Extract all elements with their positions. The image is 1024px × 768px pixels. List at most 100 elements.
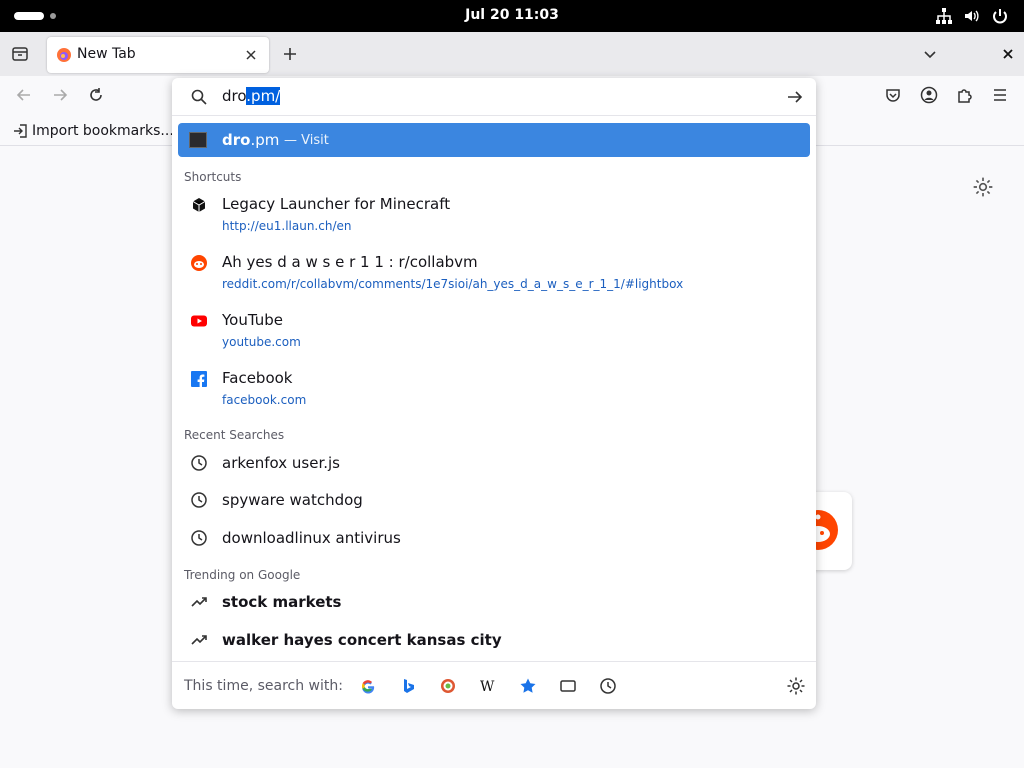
search-engine-google-button[interactable] [358,676,378,696]
import-bookmarks-label: Import bookmarks... [32,123,174,139]
bing-icon [404,679,414,693]
youtube-icon [191,315,207,327]
chevron-down-icon [924,51,936,59]
star-icon [520,678,536,693]
svg-text:W: W [480,679,495,694]
shortcut-url: facebook.com [222,393,307,407]
result-heuristic-visit[interactable]: dro.pm — Visit [178,123,810,157]
tab-title: New Tab [77,46,136,62]
result-title-rest: .pm [250,131,280,149]
app-menu-button[interactable] [985,80,1015,110]
facebook-icon [191,371,207,388]
search-engine-wikipedia-button[interactable]: W [478,676,498,696]
arrow-right-icon [54,89,68,101]
trending-up-icon [191,635,207,645]
tab-close-button[interactable] [239,43,263,67]
account-icon [920,86,938,104]
trending-text: stock markets [222,593,342,611]
section-heading-recent-searches: Recent Searches [184,428,285,442]
firefox-icon [57,48,71,62]
urlbar[interactable]: dro.pm/ [172,78,816,116]
hamburger-menu-icon [994,89,1006,101]
network-icon[interactable] [935,7,953,25]
search-tabs-button[interactable] [558,676,578,696]
site-thumbnail-icon [189,132,207,148]
window-close-button[interactable] [992,38,1024,70]
account-button[interactable] [914,80,944,110]
system-top-bar: Jul 20 11:03 [0,0,1024,32]
close-icon [1003,49,1013,59]
recent-search-item[interactable]: arkenfox user.js [178,450,810,480]
recent-search-text: downloadlinux antivirus [222,529,401,547]
pocket-button[interactable] [878,80,908,110]
trending-item[interactable]: walker hayes concert kansas city [178,627,810,657]
clock-icon [191,492,207,508]
google-icon [361,680,375,694]
search-icon [191,89,207,105]
puzzle-icon [958,89,972,103]
recent-search-item[interactable]: downloadlinux antivirus [178,525,810,555]
section-heading-trending: Trending on Google [184,568,301,582]
clock-icon [600,678,616,694]
new-tab-button[interactable] [274,38,306,70]
shortcut-item[interactable]: Ah yes d a w s e r 1 1 : r/collabvm redd… [178,248,810,298]
import-icon [14,124,27,138]
recent-search-text: arkenfox user.js [222,454,340,472]
result-action: — Visit [284,133,329,148]
settings-gear-icon[interactable] [972,176,994,198]
recent-search-text: spyware watchdog [222,491,363,509]
duckduckgo-icon [441,679,455,693]
urlbar-typed-text: dro [222,87,247,105]
close-icon [246,50,256,60]
forward-button[interactable] [45,80,75,110]
arrow-left-icon [16,89,30,101]
search-engine-bing-button[interactable] [398,676,418,696]
pocket-icon [886,89,900,102]
cube-icon [192,198,206,212]
shortcut-title: Ah yes d a w s e r 1 1 : r/collabvm [222,253,478,271]
recent-search-item[interactable]: spyware watchdog [178,487,810,517]
go-arrow-icon[interactable] [784,86,806,108]
urlbar-input[interactable]: dro.pm/ [222,87,281,105]
wikipedia-icon: W [480,679,495,694]
result-title: dro.pm [222,131,279,149]
shortcut-item[interactable]: Facebook facebook.com [178,364,810,414]
extensions-button[interactable] [950,80,980,110]
volume-icon[interactable] [963,7,981,25]
reddit-icon [191,255,207,271]
trending-text: walker hayes concert kansas city [222,631,502,649]
shortcut-url: reddit.com/r/collabvm/comments/1e7sioi/a… [222,277,684,291]
power-icon[interactable] [991,7,1009,25]
clock-icon [191,455,207,471]
shortcut-title: YouTube [222,311,283,329]
firefox-view-button[interactable] [4,38,36,70]
clock[interactable]: Jul 20 11:03 [0,7,1024,23]
plus-icon [284,48,296,60]
section-heading-shortcuts: Shortcuts [184,170,242,184]
search-bookmarks-button[interactable] [518,676,538,696]
shortcut-item[interactable]: YouTube youtube.com [178,306,810,356]
tab-new-tab[interactable]: New Tab [47,37,269,73]
reload-icon [90,88,102,101]
back-button[interactable] [9,80,39,110]
search-with-label: This time, search with: [184,678,343,694]
shortcut-url: youtube.com [222,335,301,349]
trending-up-icon [191,597,207,607]
search-engine-duckduckgo-button[interactable] [438,676,458,696]
shortcut-title: Legacy Launcher for Minecraft [222,195,451,213]
search-history-button[interactable] [598,676,618,696]
result-title-bold: dro [222,131,251,149]
shortcut-item[interactable]: Legacy Launcher for Minecraft http://eu1… [178,190,810,240]
search-settings-gear-icon[interactable] [786,676,806,696]
tabs-icon [560,680,576,692]
shortcut-url: http://eu1.llaun.ch/en [222,219,352,233]
urlbar-dropdown: dro.pm/ dro.pm — Visit Shortcuts Legacy … [172,78,816,709]
firefox-view-icon [12,47,28,61]
import-bookmarks-button[interactable]: Import bookmarks... [12,121,174,141]
reload-button[interactable] [81,80,111,110]
urlbar-autofill-selection: .pm/ [246,87,281,105]
trending-item[interactable]: stock markets [178,589,810,619]
list-all-tabs-button[interactable] [914,38,946,70]
clock-icon [191,530,207,546]
shortcut-title: Facebook [222,369,293,387]
